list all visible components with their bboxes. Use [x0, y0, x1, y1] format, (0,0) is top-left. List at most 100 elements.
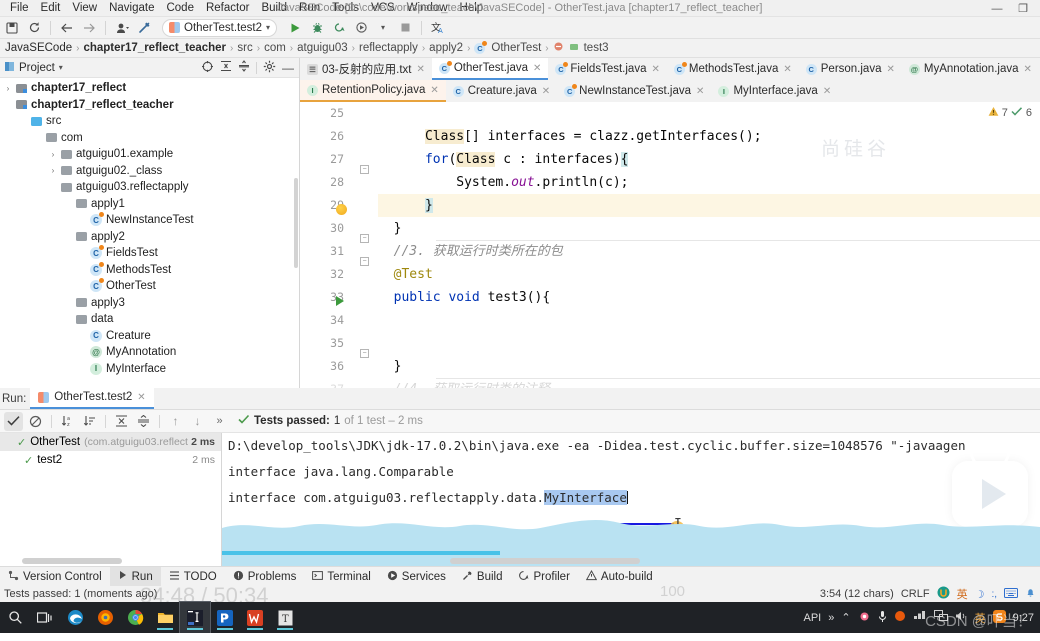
editor-tab[interactable]: C Person.java ✕ — [799, 58, 902, 80]
status-item-terminal[interactable]: Terminal — [304, 567, 378, 586]
chevron-down-icon[interactable]: ⱟ — [4, 438, 17, 447]
project-tree-item[interactable]: › atguigu01.example — [0, 146, 299, 163]
project-tree-item[interactable]: › chapter17_reflect — [0, 80, 299, 97]
project-tree-item[interactable]: C OtherTest — [0, 278, 299, 295]
tree-expand-arrow-icon[interactable]: ⱟ — [62, 315, 74, 324]
menu-code[interactable]: Code — [160, 0, 200, 17]
breadcrumb-item-0[interactable]: JavaSECode — [2, 42, 75, 54]
tree-expand-arrow-icon[interactable]: › — [47, 166, 59, 175]
project-tree-item[interactable]: I MyInterface — [0, 361, 299, 378]
keyboard-icon[interactable] — [1004, 588, 1018, 601]
ime-language-label[interactable]: 英 — [957, 586, 968, 602]
project-tree-item[interactable]: @ MyAnnotation — [0, 344, 299, 361]
line-separator[interactable]: CRLF — [901, 588, 930, 600]
build-hammer-icon[interactable] — [134, 18, 154, 37]
task-view-icon[interactable] — [30, 602, 60, 633]
project-tree-item[interactable]: ⱟ atguigu03.reflectapply — [0, 179, 299, 196]
status-item-version-control[interactable]: Version Control — [0, 567, 110, 586]
tree-expand-arrow-icon[interactable]: ⱟ — [47, 183, 59, 192]
intellij-idea-icon[interactable] — [180, 602, 210, 633]
status-item-services[interactable]: Services — [379, 567, 454, 586]
status-item-auto-build[interactable]: Auto-build — [578, 567, 661, 586]
fold-marker-icon[interactable]: − — [360, 257, 369, 266]
fold-marker-icon[interactable]: − — [360, 165, 369, 174]
project-tree-item[interactable]: C NewInstanceTest — [0, 212, 299, 229]
menu-vcs[interactable]: VCS — [365, 0, 401, 17]
chrome-icon[interactable] — [120, 602, 150, 633]
next-failed-icon[interactable]: ↓ — [188, 412, 207, 431]
save-icon[interactable] — [2, 18, 22, 37]
fold-gutter[interactable]: − − − − − — [352, 102, 378, 388]
test-tree-row-class[interactable]: ⱟ ✓ OtherTest (com.atguigu03.reflect 2 m… — [0, 433, 221, 451]
pycharm-icon[interactable] — [210, 602, 240, 633]
show-passed-icon[interactable] — [4, 412, 23, 431]
recording-indicator-icon[interactable] — [894, 610, 906, 625]
close-icon[interactable]: ✕ — [533, 63, 541, 74]
file-explorer-icon[interactable] — [150, 602, 180, 633]
project-tree-item[interactable]: ⱟ chapter17_reflect_teacher — [0, 97, 299, 114]
code-editor[interactable]: 7 6 尚硅谷 25262728293031323334353637 − − −… — [300, 102, 1040, 388]
project-tree-item[interactable]: C MethodsTest — [0, 262, 299, 279]
gear-icon[interactable] — [263, 60, 276, 76]
fold-marker-icon[interactable]: − — [360, 349, 369, 358]
breadcrumb-item-8[interactable]: test3 — [581, 42, 612, 54]
project-tree-item[interactable]: ⱟ src — [0, 113, 299, 130]
editor-tab[interactable]: C Creature.java ✕ — [446, 80, 557, 102]
intention-bulb-icon[interactable] — [336, 204, 347, 215]
search-icon[interactable] — [0, 602, 30, 633]
profile-run-icon[interactable] — [351, 18, 371, 37]
menu-run[interactable]: Run — [293, 0, 326, 17]
run-tab-othertest-test2[interactable]: OtherTest.test2 ✕ — [30, 387, 153, 409]
code-text[interactable]: Class[] interfaces = clazz.getInterfaces… — [378, 102, 1040, 388]
menu-navigate[interactable]: Navigate — [103, 0, 160, 17]
debug-icon[interactable] — [307, 18, 327, 37]
editor-tab[interactable]: @ MyAnnotation.java ✕ — [902, 58, 1039, 80]
close-icon[interactable]: ✕ — [696, 86, 704, 97]
sort-alphabetically-icon[interactable]: az — [58, 412, 77, 431]
console-output[interactable]: D:\develop_tools\JDK\jdk-17.0.2\bin\java… — [222, 433, 1040, 566]
tree-expand-arrow-icon[interactable]: ⱟ — [62, 199, 74, 208]
expand-all-icon[interactable] — [112, 412, 131, 431]
profile-dropdown-caret-icon[interactable]: ▾ — [373, 18, 393, 37]
microphone-icon[interactable] — [878, 610, 887, 626]
project-scrollbar[interactable] — [294, 178, 298, 268]
breadcrumb-item-2[interactable]: src — [234, 42, 255, 54]
run-configuration-selector[interactable]: OtherTest.test2 ▾ — [162, 19, 277, 37]
tray-api-label[interactable]: API — [804, 612, 822, 624]
close-icon[interactable]: ✕ — [886, 64, 894, 75]
hide-ignored-icon[interactable] — [26, 412, 45, 431]
expand-all-icon[interactable] — [220, 60, 232, 75]
status-item-build[interactable]: Build — [454, 567, 511, 586]
ime-u-icon[interactable] — [937, 586, 950, 602]
editor-tab[interactable]: I RetentionPolicy.java ✕ — [300, 80, 446, 102]
run-gutter-icon[interactable] — [336, 296, 344, 306]
status-item-problems[interactable]: Problems — [225, 567, 305, 586]
test-results-tree[interactable]: ⱟ ✓ OtherTest (com.atguigu03.reflect 2 m… — [0, 433, 222, 566]
console-hscrollbar[interactable] — [450, 558, 640, 564]
close-icon[interactable]: ✕ — [783, 64, 791, 75]
notifications-icon[interactable] — [1025, 587, 1036, 601]
run-icon[interactable] — [285, 18, 305, 37]
editor-tab[interactable]: C OtherTest.java ✕ — [432, 58, 549, 80]
hide-panel-icon[interactable]: — — [282, 61, 294, 75]
caret-position[interactable]: 3:54 (12 chars) — [820, 588, 894, 600]
translate-icon[interactable]: 文A — [428, 18, 448, 37]
line-number-gutter[interactable]: 25262728293031323334353637 — [300, 102, 352, 388]
firefox-icon[interactable] — [90, 602, 120, 633]
menu-window[interactable]: Window — [401, 0, 454, 17]
fold-marker-icon[interactable]: − — [360, 234, 369, 243]
status-item-profiler[interactable]: Profiler — [510, 567, 577, 586]
typora-icon[interactable]: T — [270, 602, 300, 633]
ime-moon-icon[interactable]: ☽ — [975, 588, 985, 601]
menu-file[interactable]: File — [4, 0, 35, 17]
more-icon[interactable]: » — [210, 412, 229, 431]
tree-expand-arrow-icon[interactable]: ⱟ — [2, 100, 14, 109]
breadcrumb-item-7[interactable]: OtherTest — [488, 42, 544, 54]
maximize-button[interactable]: ❐ — [1010, 2, 1036, 15]
sort-by-duration-icon[interactable] — [80, 412, 99, 431]
stop-icon[interactable] — [395, 18, 415, 37]
close-icon[interactable]: ✕ — [651, 64, 659, 75]
project-tree-item[interactable]: apply3 — [0, 295, 299, 312]
tray-chevron-up-icon[interactable]: ⌃ — [841, 611, 850, 624]
tray-app-icon[interactable] — [858, 610, 871, 626]
